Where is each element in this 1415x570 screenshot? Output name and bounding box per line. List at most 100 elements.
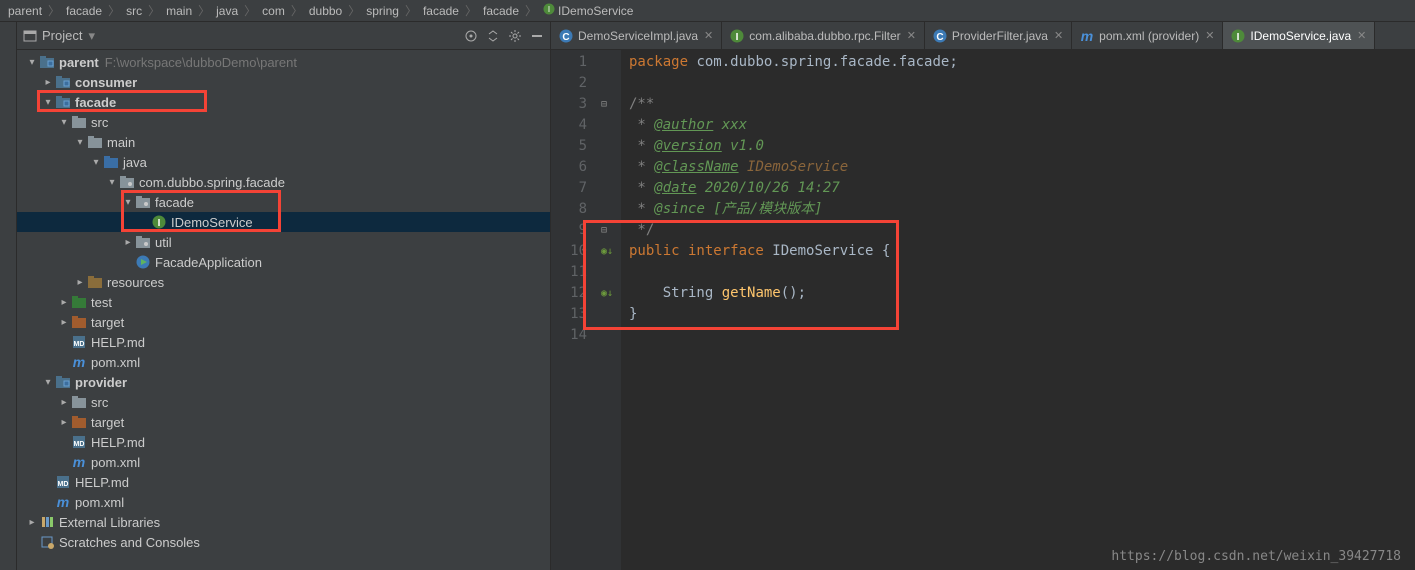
chevron-down-icon[interactable]: ▾ (89, 157, 103, 168)
tree-item-resources[interactable]: ▸ resources (17, 272, 550, 292)
line-number: 12 (551, 283, 587, 304)
code-line[interactable]: * @className IDemoService (629, 157, 1415, 178)
close-icon[interactable]: ✕ (1205, 29, 1214, 42)
close-icon[interactable]: ✕ (1357, 29, 1366, 42)
tree-item-label: facade (155, 195, 194, 210)
chevron-right-icon[interactable]: ▸ (57, 397, 71, 408)
chevron-down-icon[interactable]: ▾ (57, 117, 71, 128)
code-line[interactable]: * @date 2020/10/26 14:27 (629, 178, 1415, 199)
gutter-mark[interactable]: ⊟ (599, 220, 621, 241)
code-line[interactable]: */ (629, 220, 1415, 241)
tree-item-help-md[interactable]: MDHELP.md (17, 472, 550, 492)
breadcrumb-item[interactable]: facade (64, 4, 104, 18)
tree-item-pom-xml[interactable]: mpom.xml (17, 452, 550, 472)
line-number-gutter: 1234567891011121314 (551, 50, 599, 570)
breadcrumb-item[interactable]: src (124, 4, 144, 18)
chevron-right-icon[interactable]: ▸ (57, 317, 71, 328)
tree-item-src[interactable]: ▸src (17, 392, 550, 412)
svg-text:m: m (73, 455, 85, 469)
chevron-right-icon[interactable]: ▸ (41, 77, 55, 88)
breadcrumb-item[interactable]: main (164, 4, 194, 18)
tree-item-src[interactable]: ▾src (17, 112, 550, 132)
chevron-right-icon[interactable]: ▸ (73, 277, 87, 288)
svg-text:I: I (158, 218, 161, 229)
package-icon (119, 176, 135, 188)
editor-tab[interactable]: IIDemoService.java✕ (1223, 22, 1375, 49)
tree-item-help-md[interactable]: MDHELP.md (17, 332, 550, 352)
tree-item-parent[interactable]: ▾parentF:\workspace\dubboDemo\parent (17, 52, 550, 72)
tree-item-idemoservice[interactable]: IIDemoService (17, 212, 550, 232)
breadcrumb-item[interactable]: java (214, 4, 240, 18)
tree-item-consumer[interactable]: ▸consumer (17, 72, 550, 92)
gear-icon[interactable] (508, 29, 522, 43)
tree-item-facadeapplication[interactable]: FacadeApplication (17, 252, 550, 272)
code-line[interactable]: } (629, 304, 1415, 325)
tree-item-target[interactable]: ▸target (17, 312, 550, 332)
line-number: 13 (551, 304, 587, 325)
editor-tab[interactable]: CProviderFilter.java✕ (925, 22, 1072, 49)
chevron-down-icon[interactable]: ▾ (121, 197, 135, 208)
gutter-mark[interactable]: ◉↓ (599, 241, 621, 262)
chevron-right-icon[interactable]: ▸ (121, 237, 135, 248)
breadcrumb-item[interactable]: spring (364, 4, 401, 18)
code-line[interactable] (629, 73, 1415, 94)
tree-item-java[interactable]: ▾java (17, 152, 550, 172)
chevron-right-icon[interactable]: ▸ (57, 297, 71, 308)
tree-item-provider[interactable]: ▾provider (17, 372, 550, 392)
code-line[interactable]: * @author xxx (629, 115, 1415, 136)
tree-item-com-dubbo-spring-facade[interactable]: ▾com.dubbo.spring.facade (17, 172, 550, 192)
close-icon[interactable]: ✕ (704, 29, 713, 42)
chevron-down-icon[interactable]: ▾ (105, 177, 119, 188)
code-line[interactable]: * @version v1.0 (629, 136, 1415, 157)
chevron-down-icon[interactable]: ▾ (41, 97, 55, 108)
breadcrumb: parent〉facade〉src〉main〉java〉com〉dubbo〉sp… (0, 0, 1415, 22)
editor-tab[interactable]: CDemoServiceImpl.java✕ (551, 22, 722, 49)
chevron-down-icon[interactable]: ▾ (25, 57, 39, 68)
tree-item-help-md[interactable]: MDHELP.md (17, 432, 550, 452)
chevron-down-icon[interactable]: ▾ (41, 377, 55, 388)
tree-item-external-libraries[interactable]: ▸External Libraries (17, 512, 550, 532)
code-line[interactable]: package com.dubbo.spring.facade.facade; (629, 52, 1415, 73)
code-content[interactable]: package com.dubbo.spring.facade.facade; /… (621, 50, 1415, 570)
breadcrumb-item[interactable]: parent (6, 4, 44, 18)
tree-item-pom-xml[interactable]: mpom.xml (17, 352, 550, 372)
line-number: 4 (551, 115, 587, 136)
close-icon[interactable]: ✕ (1054, 29, 1063, 42)
code-editor[interactable]: 1234567891011121314 ⊟⊟◉↓◉↓ package com.d… (551, 50, 1415, 570)
chevron-right-icon[interactable]: ▸ (25, 517, 39, 528)
tree-item-label: target (91, 415, 124, 430)
tree-item-pom-xml[interactable]: mpom.xml (17, 492, 550, 512)
tree-item-test[interactable]: ▸test (17, 292, 550, 312)
tree-item-label: resources (107, 275, 164, 290)
code-line[interactable] (629, 262, 1415, 283)
breadcrumb-item[interactable]: facade (421, 4, 461, 18)
editor-tab[interactable]: mpom.xml (provider)✕ (1072, 22, 1223, 49)
project-tree[interactable]: ▾parentF:\workspace\dubboDemo\parent▸con… (17, 50, 550, 570)
gutter-mark[interactable]: ⊟ (599, 94, 621, 115)
code-line[interactable] (629, 325, 1415, 346)
tree-item-scratches-and-consoles[interactable]: Scratches and Consoles (17, 532, 550, 552)
code-line[interactable]: String getName(); (629, 283, 1415, 304)
expand-all-icon[interactable] (486, 29, 500, 43)
locate-icon[interactable] (464, 29, 478, 43)
chevron-down-icon[interactable]: ▾ (73, 137, 87, 148)
breadcrumb-item[interactable]: facade (481, 4, 521, 18)
editor-tab[interactable]: Icom.alibaba.dubbo.rpc.Filter✕ (722, 22, 925, 49)
tree-item-target[interactable]: ▸ target (17, 412, 550, 432)
chevron-down-icon[interactable]: ▾ (88, 28, 95, 44)
gutter-mark[interactable]: ◉↓ (599, 283, 621, 304)
breadcrumb-item[interactable]: dubbo (307, 4, 344, 18)
code-line[interactable]: public interface IDemoService { (629, 241, 1415, 262)
code-line[interactable]: * @since [产品/模块版本] (629, 199, 1415, 220)
hide-icon[interactable] (530, 29, 544, 43)
tree-item-util[interactable]: ▸util (17, 232, 550, 252)
tree-item-main[interactable]: ▾main (17, 132, 550, 152)
code-line[interactable]: /** (629, 94, 1415, 115)
close-icon[interactable]: ✕ (907, 29, 916, 42)
editor-area: CDemoServiceImpl.java✕Icom.alibaba.dubbo… (551, 22, 1415, 570)
tree-item-facade[interactable]: ▾ facade (17, 192, 550, 212)
chevron-right-icon[interactable]: ▸ (57, 417, 71, 428)
breadcrumb-item[interactable]: com (260, 4, 287, 18)
tree-item-facade[interactable]: ▾facade (17, 92, 550, 112)
breadcrumb-item[interactable]: IIDemoService (541, 3, 635, 18)
